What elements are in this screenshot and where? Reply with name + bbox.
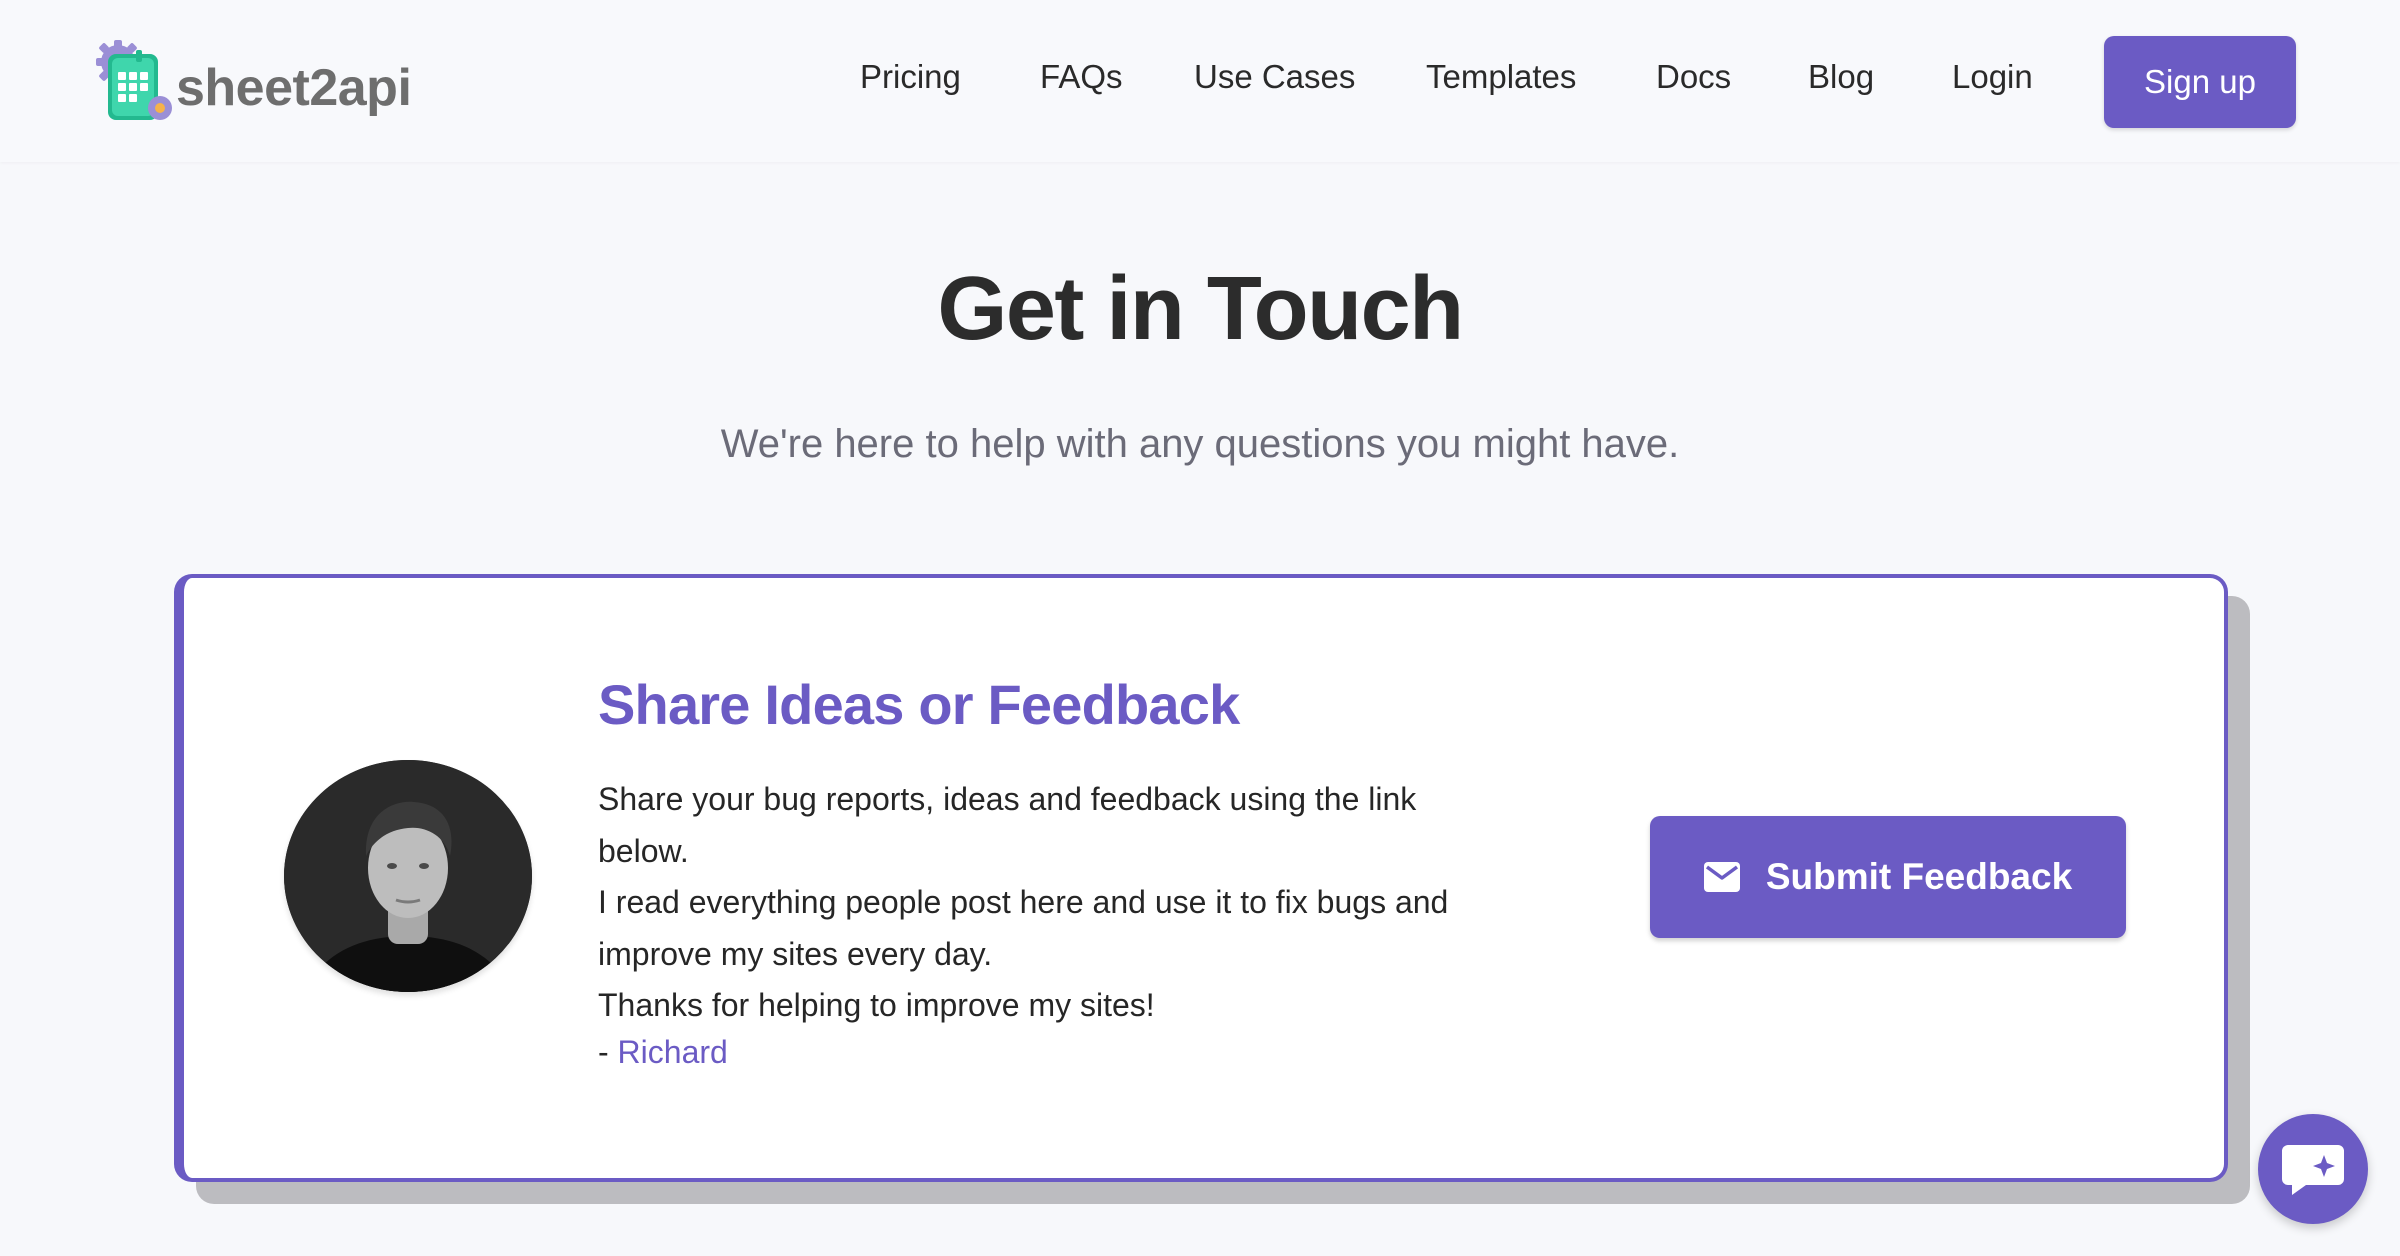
feedback-line: I read everything people post here and u…	[598, 884, 1449, 972]
logo-text: sheet2api	[176, 59, 412, 117]
submit-feedback-label: Submit Feedback	[1765, 856, 2073, 897]
nav-pricing[interactable]: Pricing	[860, 58, 961, 96]
signature-name: Richard	[617, 1034, 728, 1070]
site-header: sheet2api Pricing FAQs Use Cases Templat…	[0, 0, 2400, 162]
page-title: Get in Touch	[937, 259, 1464, 359]
signup-button[interactable]: Sign up	[2104, 36, 2296, 128]
signature: - Richard	[598, 1034, 728, 1071]
feedback-title: Share Ideas or Feedback	[598, 673, 1240, 736]
chat-widget-button[interactable]	[2258, 1114, 2368, 1224]
avatar	[284, 760, 532, 992]
nav-faqs[interactable]: FAQs	[1040, 58, 1123, 96]
feedback-description: Share your bug reports, ideas and feedba…	[598, 774, 1498, 1032]
nav-templates[interactable]: Templates	[1426, 58, 1576, 96]
chat-bubble-icon	[2282, 1145, 2344, 1195]
feedback-line: Thanks for helping to improve my sites!	[598, 987, 1155, 1023]
feedback-line: Share your bug reports, ideas and feedba…	[598, 781, 1417, 869]
logo[interactable]: sheet2api	[92, 36, 412, 126]
nav-docs[interactable]: Docs	[1656, 58, 1731, 96]
nav-use-cases[interactable]: Use Cases	[1194, 58, 1355, 96]
submit-feedback-button[interactable]: Submit Feedback	[1650, 816, 2126, 938]
mail-icon	[1703, 862, 1740, 892]
nav-login[interactable]: Login	[1952, 58, 2033, 96]
portrait-image	[284, 760, 532, 992]
sheet-logo-icon	[96, 40, 172, 120]
page-subtitle: We're here to help with any questions yo…	[720, 422, 1680, 466]
nav-blog[interactable]: Blog	[1808, 58, 1874, 96]
signature-prefix: -	[598, 1034, 618, 1070]
